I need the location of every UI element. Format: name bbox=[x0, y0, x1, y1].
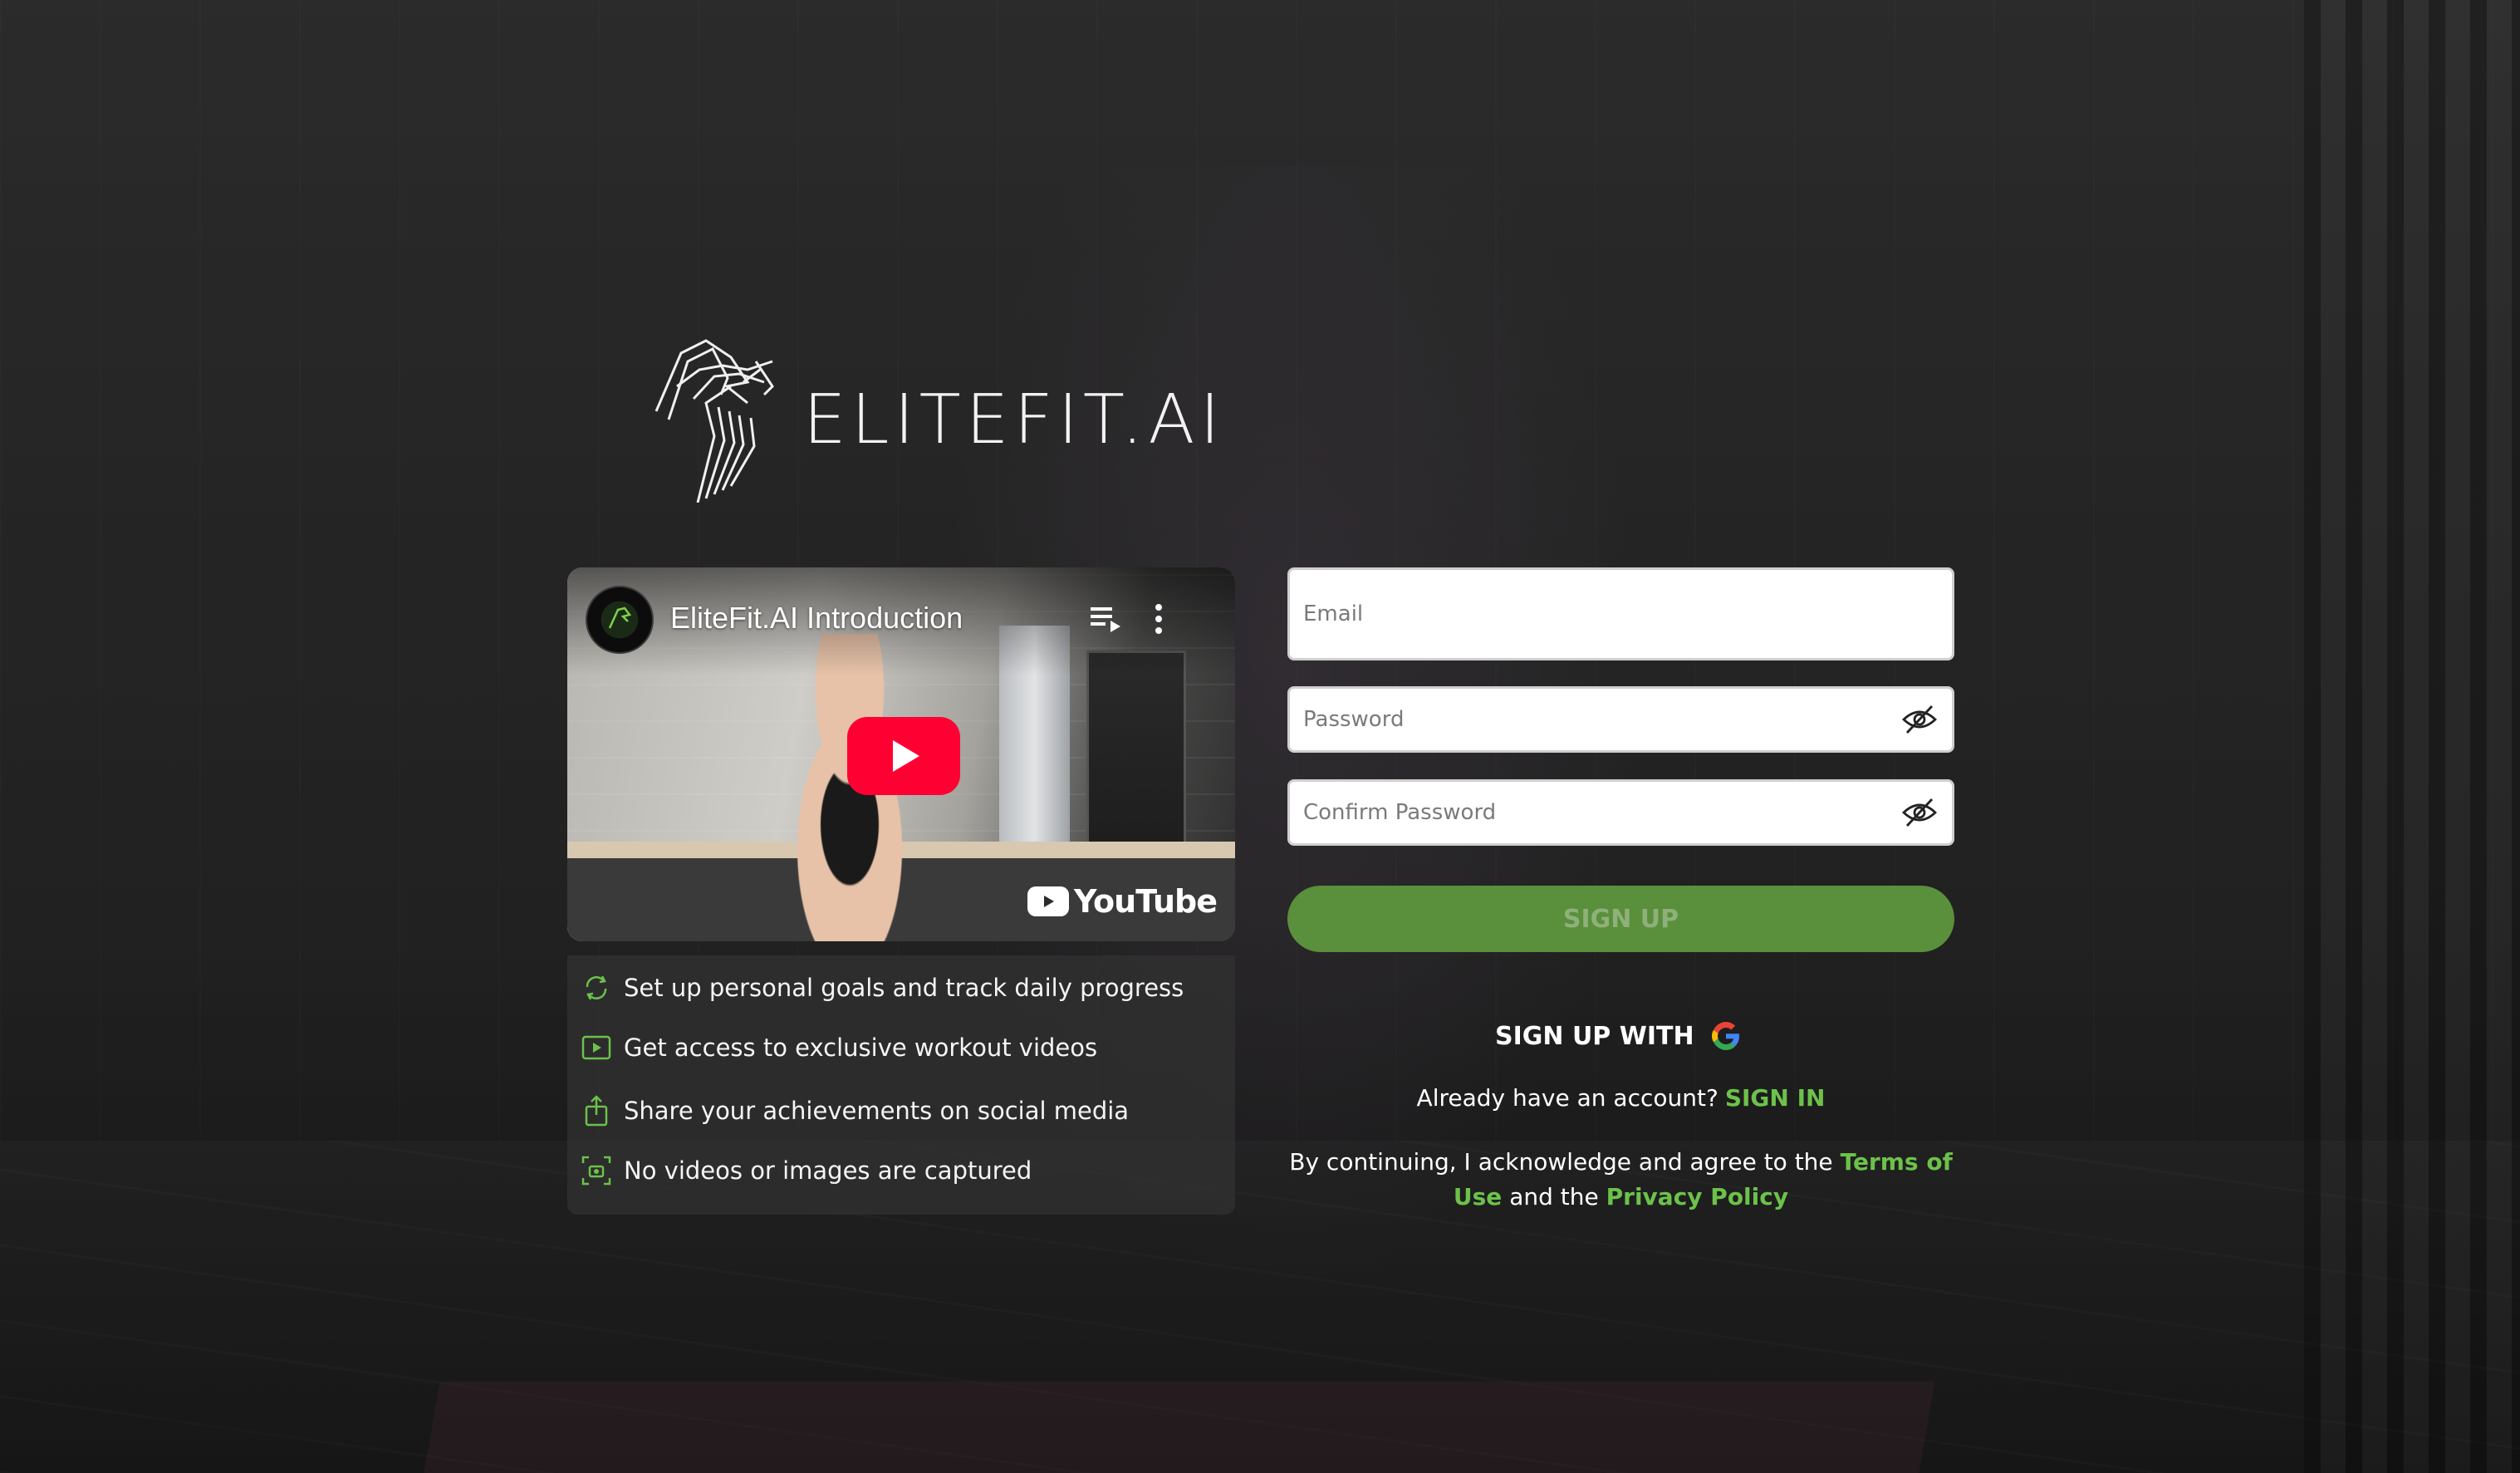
feature-item: Set up personal goals and track daily pr… bbox=[581, 972, 1184, 1004]
eye-off-icon[interactable] bbox=[1900, 796, 1939, 829]
email-field[interactable] bbox=[1287, 567, 1954, 660]
feature-text: Get access to exclusive workout videos bbox=[624, 1034, 1098, 1062]
youtube-play-icon bbox=[1027, 886, 1070, 916]
google-signup-button[interactable]: SIGN UP WITH bbox=[1495, 1015, 1761, 1057]
elitefit-logo-icon bbox=[655, 339, 774, 503]
password-field[interactable] bbox=[1287, 686, 1954, 753]
video-play-icon bbox=[581, 1035, 611, 1060]
signin-link[interactable]: SIGN IN bbox=[1725, 1084, 1826, 1112]
features-panel: Set up personal goals and track daily pr… bbox=[567, 955, 1235, 1215]
brand-logo: ELITEFIT.AI bbox=[648, 336, 1225, 503]
email-input[interactable] bbox=[1290, 570, 1952, 658]
signin-prompt: Already have an account? SIGN IN bbox=[1287, 1084, 1954, 1112]
terms-notice: By continuing, I acknowledge and agree t… bbox=[1287, 1145, 1954, 1215]
playlist-icon[interactable] bbox=[1089, 602, 1125, 636]
background-image bbox=[0, 0, 2520, 1473]
feature-item: No videos or images are captured bbox=[581, 1155, 1032, 1186]
play-button[interactable] bbox=[847, 717, 960, 795]
google-signup-label: SIGN UP WITH bbox=[1495, 1021, 1694, 1051]
camera-off-icon bbox=[581, 1156, 611, 1186]
video-title[interactable]: EliteFit.AI Introduction bbox=[670, 601, 963, 636]
intro-video-player[interactable]: EliteFit.AI Introduction YouTube bbox=[567, 567, 1235, 941]
youtube-wordmark: YouTube bbox=[1074, 883, 1218, 920]
feature-text: No videos or images are captured bbox=[624, 1156, 1032, 1185]
feature-text: Share your achievements on social media bbox=[624, 1097, 1130, 1125]
more-vert-icon[interactable] bbox=[1149, 601, 1169, 637]
google-icon bbox=[1711, 1022, 1739, 1050]
channel-logo-icon bbox=[608, 606, 632, 629]
signup-button[interactable]: SIGN UP bbox=[1287, 886, 1954, 952]
terms-prefix: By continuing, I acknowledge and agree t… bbox=[1289, 1148, 1833, 1176]
confirm-password-field[interactable] bbox=[1287, 779, 1954, 846]
play-icon bbox=[893, 740, 919, 772]
feature-item: Share your achievements on social media bbox=[581, 1095, 1129, 1127]
have-account-text: Already have an account? bbox=[1416, 1084, 1718, 1112]
background-overlay bbox=[0, 0, 2520, 1473]
terms-and-text: and the bbox=[1509, 1183, 1599, 1210]
channel-avatar[interactable] bbox=[586, 586, 654, 654]
privacy-policy-link[interactable]: Privacy Policy bbox=[1606, 1183, 1788, 1210]
feature-text: Set up personal goals and track daily pr… bbox=[624, 974, 1184, 1002]
password-input[interactable] bbox=[1290, 689, 1900, 750]
eye-off-icon[interactable] bbox=[1900, 703, 1939, 736]
youtube-logo[interactable]: YouTube bbox=[1027, 883, 1218, 920]
confirm-password-input[interactable] bbox=[1290, 782, 1900, 843]
refresh-icon bbox=[586, 975, 607, 1000]
share-icon bbox=[585, 1095, 608, 1127]
brand-name: ELITEFIT.AI bbox=[803, 380, 1225, 459]
feature-item: Get access to exclusive workout videos bbox=[581, 1032, 1097, 1063]
